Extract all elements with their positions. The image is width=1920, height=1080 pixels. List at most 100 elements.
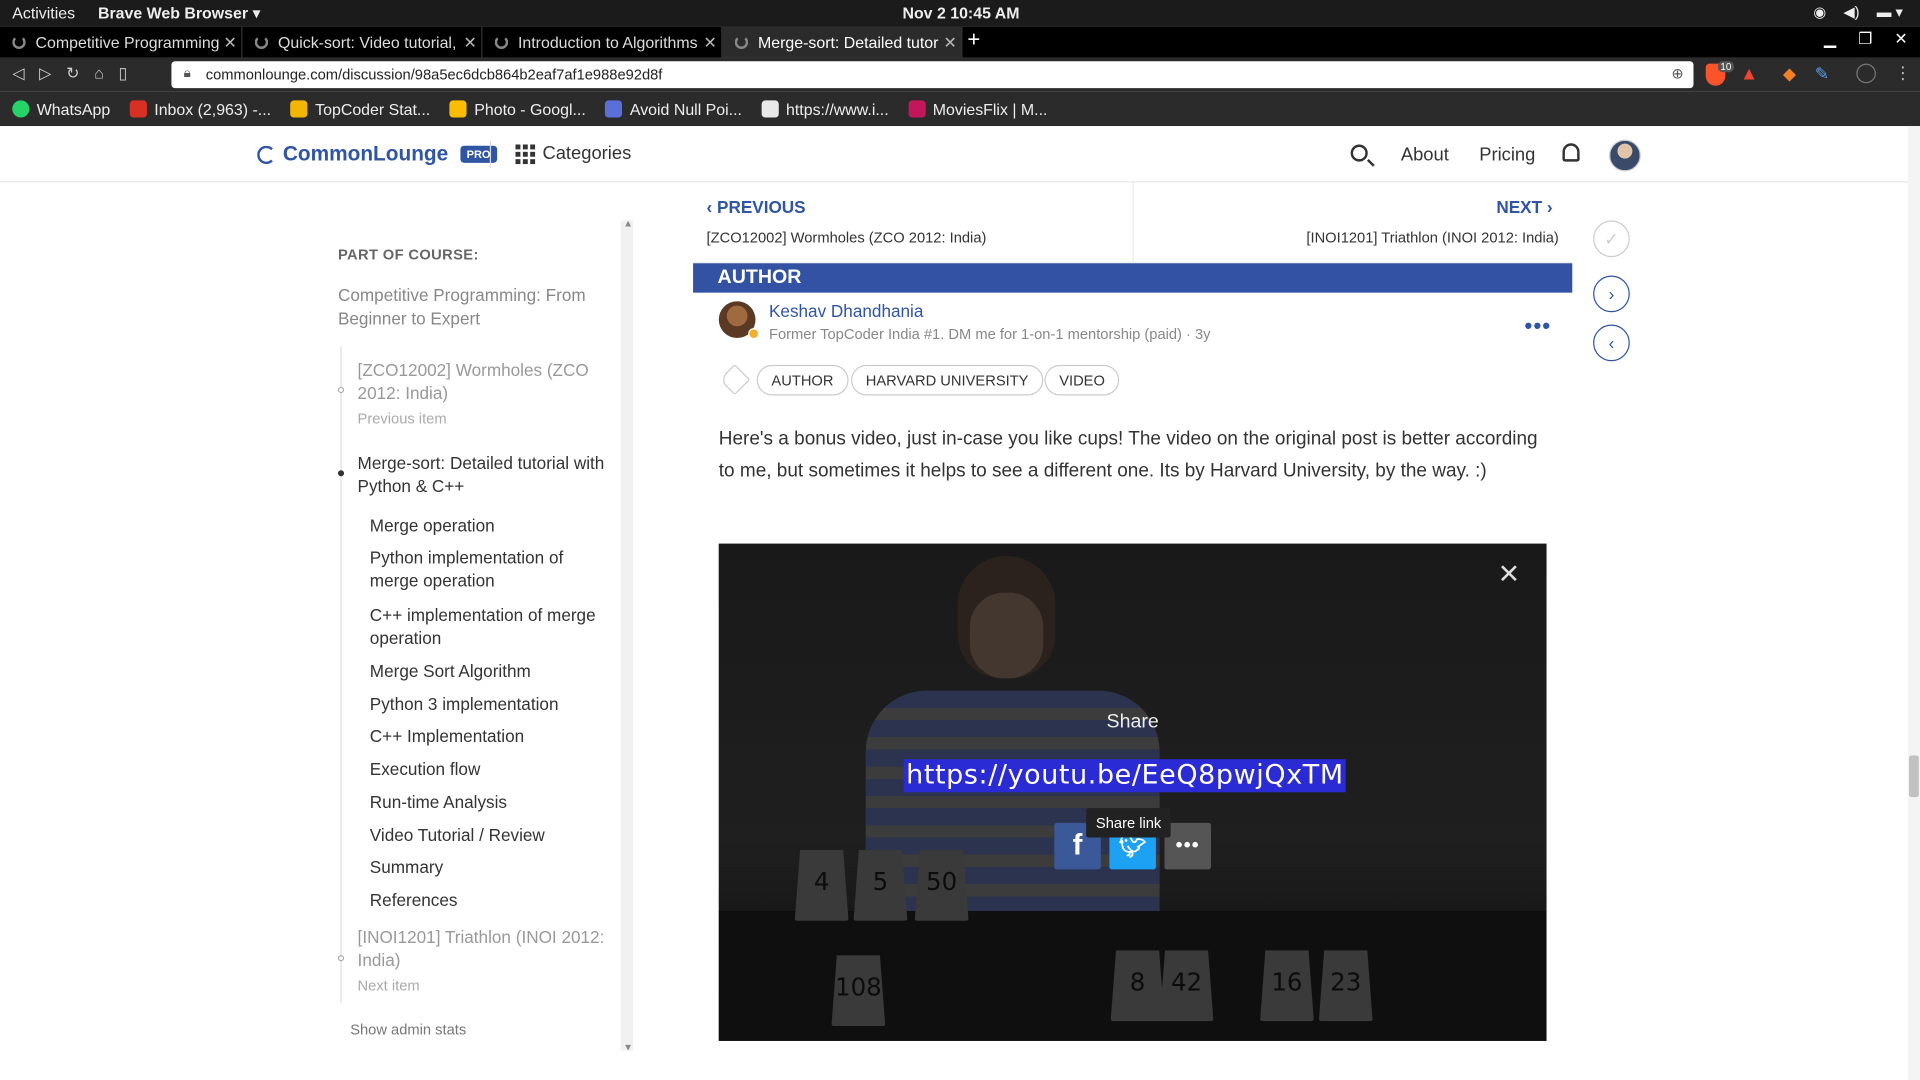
sidebar-item-merge-sort-algorithm[interactable]: Merge Sort Algorithm [370,660,603,683]
forward-icon[interactable]: ▷ [39,64,51,84]
sidebar-item-cpp-merge[interactable]: C++ implementation of merge operation [370,604,603,651]
brave-rewards-icon[interactable]: ▲ [1740,64,1758,85]
extension-icon[interactable]: ◆ [1783,64,1796,85]
previous-title[interactable]: [ZCO12002] Wormholes (ZCO 2012: India) [707,229,987,246]
bell-icon[interactable] [1562,143,1580,162]
tab-intro-algorithms[interactable]: Introduction to Algorithms ✕ [482,26,723,58]
more-options-icon[interactable]: ••• [1525,313,1552,339]
bookmark-whatsapp[interactable]: WhatsApp [12,100,110,118]
about-link[interactable]: About [1401,144,1449,165]
bookmark-topcoder[interactable]: TopCoder Stat... [290,100,430,118]
scroll-up-icon[interactable]: ▲ [623,218,633,229]
search-icon[interactable] [1350,144,1368,162]
show-admin-stats-link[interactable]: Show admin stats [350,1021,466,1038]
tag-harvard-university[interactable]: HARVARD UNIVERSITY [851,364,1044,396]
back-icon[interactable]: ◁ [12,64,24,84]
tab-quick-sort[interactable]: Quick-sort: Video tutorial, ✕ [242,26,483,58]
next-course-item[interactable]: [INOI1201] Triathlon (INOI 2012: India) [358,926,627,973]
bookmark-photo[interactable]: Photo - Googl... [449,100,586,118]
sidebar-item-python-merge[interactable]: Python implementation of merge operation [370,546,603,593]
new-tab-button[interactable]: + [967,27,980,53]
sidebar-item-merge-operation[interactable]: Merge operation [370,514,603,537]
video-player[interactable]: 4 5 50 108 8 42 16 23 ✕ Share https://yo… [718,543,1547,1041]
browser-menu-icon[interactable]: ⋮ [1894,62,1911,83]
page-scrollbar[interactable] [1907,126,1920,1080]
share-link-tooltip: Share link [1086,808,1172,838]
clock[interactable]: Nov 2 10:45 AM [902,4,1019,22]
address-bar[interactable]: 🔒︎ commonlounge.com/discussion/98a5ec6dc… [171,61,1694,89]
previous-item-button[interactable]: ‹ [1593,324,1630,362]
bookmark-https[interactable]: https://www.i... [761,100,889,118]
site-icon [908,100,926,118]
next-link[interactable]: NEXT › [1496,197,1552,217]
current-course-item[interactable]: Merge-sort: Detailed tutorial with Pytho… [358,452,627,499]
facebook-icon: f [1072,828,1083,863]
sidebar-item-summary[interactable]: Summary [370,856,603,879]
home-icon[interactable]: ⌂ [94,64,104,84]
url-text[interactable]: commonlounge.com/discussion/98a5ec6dcb86… [206,66,663,83]
previous-link[interactable]: ‹ PREVIOUS [707,197,806,217]
shield-count-badge: 10 [1717,61,1734,73]
reload-icon[interactable]: ↻ [66,64,79,84]
tag-video[interactable]: VIDEO [1044,364,1120,396]
lock-icon[interactable]: 🔒︎ [184,66,191,82]
author-meta: Former TopCoder India #1. DM me for 1-on… [768,325,1211,343]
next-item-button[interactable]: › [1593,275,1630,313]
close-tab-icon[interactable]: ✕ [699,32,721,52]
close-tab-icon[interactable]: ✕ [939,32,961,52]
site-icon [761,100,779,118]
profile-icon[interactable] [1856,63,1876,84]
app-menu[interactable]: Brave Web Browser ▾ [98,4,261,24]
categories-menu[interactable]: Categories [515,143,631,164]
scrollbar-thumb[interactable] [1908,755,1919,798]
next-title[interactable]: [INOI1201] Triathlon (INOI 2012: India) [1306,229,1558,246]
volume-icon[interactable]: ◀) [1843,4,1859,21]
close-tab-icon[interactable]: ✕ [219,32,241,52]
bookmark-moviesflix[interactable]: MoviesFlix | M... [908,100,1047,118]
sidebar-item-runtime-analysis[interactable]: Run-time Analysis [370,791,603,814]
sidebar-item-execution-flow[interactable]: Execution flow [370,758,603,781]
tab-competitive-programming[interactable]: Competitive Programming ✕ [0,26,243,58]
extension-pen-icon[interactable]: ✎ [1815,64,1829,85]
close-tab-icon[interactable]: ✕ [459,32,481,52]
site-logo[interactable]: CommonLounge PRO [257,142,497,166]
share-url[interactable]: https://youtu.be/EeQ8pwjQxTM [903,759,1347,793]
restore-icon[interactable]: ❐ [1858,29,1872,49]
activities-button[interactable]: Activities [12,4,75,22]
sidebar-item-video-tutorial[interactable]: Video Tutorial / Review [370,824,603,847]
minimize-icon[interactable]: ▁ [1824,29,1836,49]
tree-line [340,346,342,1003]
check-icon: ✓ [1604,228,1619,248]
tree-node-dot [337,955,345,962]
battery-icon[interactable]: ▬ ▾ [1877,4,1903,21]
tab-label: Competitive Programming [35,33,220,52]
mark-complete-button[interactable]: ✓ [1593,220,1630,258]
author-name-link[interactable]: Keshav Dhandhania [769,301,923,321]
prev-item-label: Previous item [357,410,447,428]
scroll-down-icon[interactable]: ▼ [623,1042,633,1053]
sidebar-item-python3-impl[interactable]: Python 3 implementation [370,693,603,716]
topcoder-icon [290,100,308,118]
course-title-link[interactable]: Competitive Programming: From Beginner t… [338,284,607,331]
zoom-icon[interactable]: ⊕ [1671,65,1683,82]
tree-node-dot [337,386,345,394]
sidebar-item-cpp-impl[interactable]: C++ Implementation [370,725,603,748]
bookmark-inbox[interactable]: Inbox (2,963) -... [129,100,271,118]
sidebar-item-references[interactable]: References [370,889,603,912]
chevron-left-icon: ‹ [706,197,718,217]
browser-toolbar: ◁ ▷ ↻ ⌂ ▯ 🔒︎ commonlounge.com/discussion… [0,57,1920,92]
close-window-icon[interactable]: ✕ [1894,29,1907,49]
tag-author[interactable]: AUTHOR [756,364,849,396]
next-item-label: Next item [357,977,420,995]
close-icon[interactable]: ✕ [1498,558,1521,590]
site-header: CommonLounge PRO Categories About Pricin… [0,126,1920,183]
tab-merge-sort[interactable]: Merge-sort: Detailed tutori ✕ [722,26,963,58]
system-tray[interactable]: ◉ ◀) ▬ ▾ [1813,4,1902,21]
pricing-link[interactable]: Pricing [1479,144,1535,165]
avatar[interactable] [1608,139,1641,172]
prev-course-item[interactable]: [ZCO12002] Wormholes (ZCO 2012: India) [358,359,627,406]
more-share-button[interactable]: ••• [1164,822,1212,870]
bookmark-icon[interactable]: ▯ [118,64,127,84]
network-icon[interactable]: ◉ [1813,4,1826,21]
bookmark-avoid-null[interactable]: Avoid Null Poi... [605,100,742,118]
